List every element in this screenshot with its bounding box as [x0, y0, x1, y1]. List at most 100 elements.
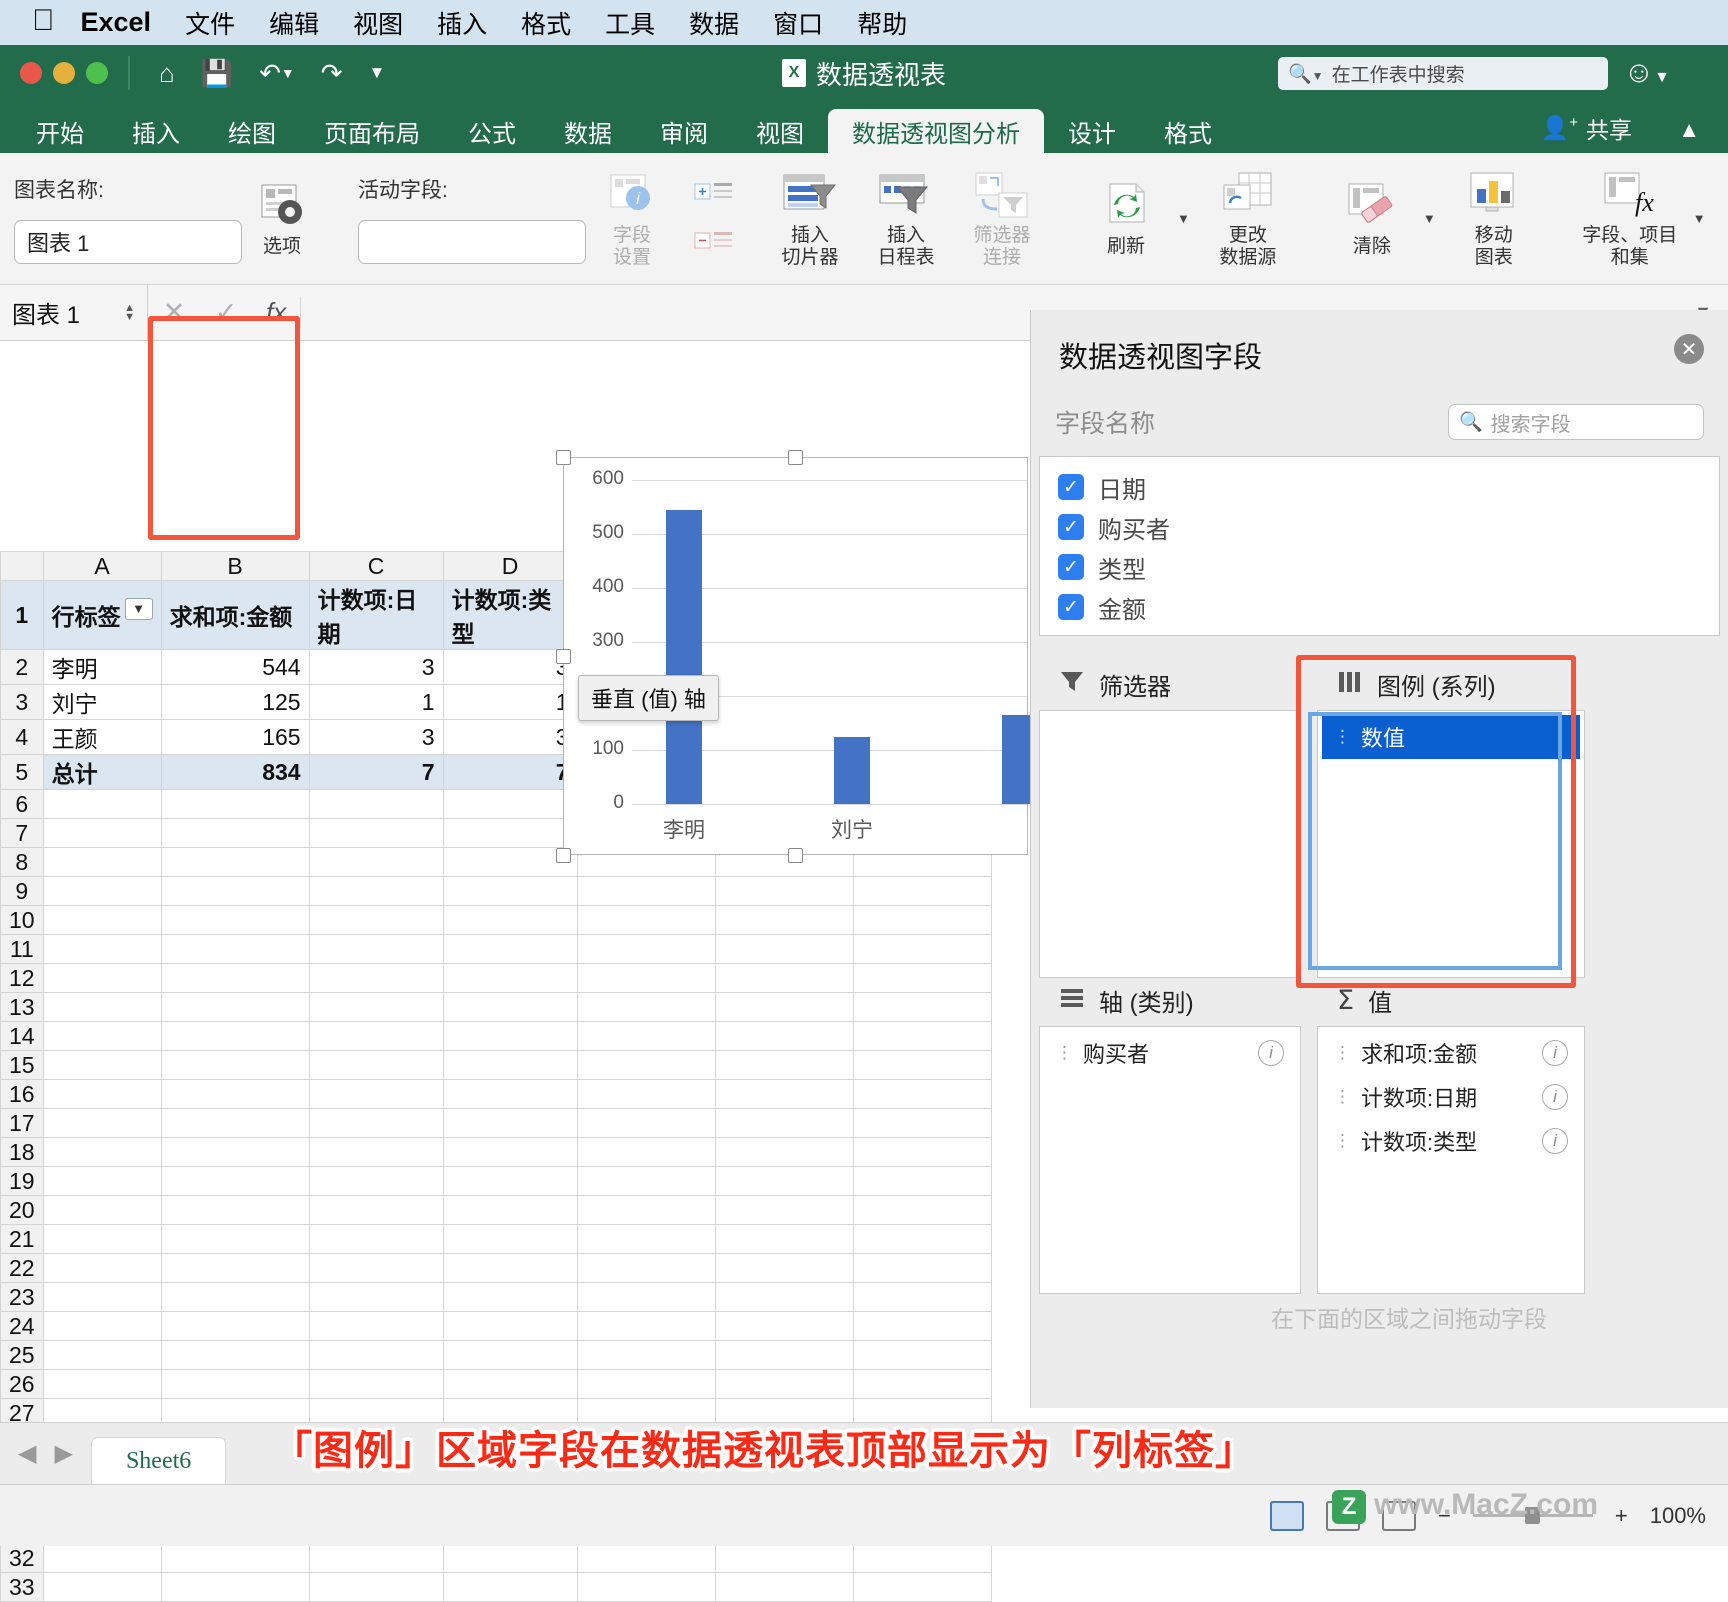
cell-C17[interactable] — [308, 1108, 444, 1138]
cell-G13[interactable] — [852, 992, 992, 1022]
cell-F21[interactable] — [714, 1224, 854, 1254]
cell-F10[interactable] — [714, 905, 854, 935]
cell-F17[interactable] — [714, 1108, 854, 1138]
share-button[interactable]: 👤+ 共享 — [1541, 111, 1632, 145]
field-item-type[interactable]: ✓ 类型 — [1040, 547, 1719, 587]
cell-B21[interactable] — [160, 1224, 310, 1254]
cell-G10[interactable] — [852, 905, 992, 935]
tab-formulas[interactable]: 公式 — [444, 109, 540, 153]
cell-D1[interactable]: 计数项:类型 — [442, 580, 578, 650]
cell-D5[interactable]: 7 — [442, 754, 578, 790]
cell-B8[interactable] — [160, 847, 310, 877]
info-icon[interactable]: i — [1542, 1084, 1568, 1110]
cell-A33[interactable] — [42, 1572, 162, 1602]
menu-format[interactable]: 格式 — [521, 5, 571, 41]
cell-B18[interactable] — [160, 1137, 310, 1167]
cell-D16[interactable] — [442, 1079, 578, 1109]
cell-G24[interactable] — [852, 1311, 992, 1341]
cell-A23[interactable] — [42, 1282, 162, 1312]
row-header-25[interactable]: 25 — [0, 1340, 44, 1370]
table-row[interactable]: 26 — [0, 1369, 992, 1399]
cell-F24[interactable] — [714, 1311, 854, 1341]
cell-G19[interactable] — [852, 1166, 992, 1196]
table-row[interactable]: 11 — [0, 934, 992, 964]
table-row[interactable]: 20 — [0, 1195, 992, 1225]
row-header-6[interactable]: 6 — [0, 789, 44, 819]
cell-A6[interactable] — [42, 789, 162, 819]
info-icon[interactable]: i — [1542, 1040, 1568, 1066]
row-header-11[interactable]: 11 — [0, 934, 44, 964]
cell-C7[interactable] — [308, 818, 444, 848]
cell-A7[interactable] — [42, 818, 162, 848]
resize-handle[interactable] — [788, 450, 803, 465]
cell-D22[interactable] — [442, 1253, 578, 1283]
filter-dropdown-icon[interactable]: ▼ — [124, 598, 153, 620]
cell-E20[interactable] — [576, 1195, 716, 1225]
drag-handle-icon[interactable]: ⋮ — [1056, 1044, 1073, 1061]
cell-F16[interactable] — [714, 1079, 854, 1109]
cell-B16[interactable] — [160, 1079, 310, 1109]
table-row[interactable]: 24 — [0, 1311, 992, 1341]
row-header-19[interactable]: 19 — [0, 1166, 44, 1196]
table-row[interactable]: 22 — [0, 1253, 992, 1283]
cell-G14[interactable] — [852, 1021, 992, 1051]
field-checkbox-list[interactable]: ✓ 日期 ✓ 购买者 ✓ 类型 ✓ 金额 — [1039, 456, 1720, 636]
cell-D9[interactable] — [442, 876, 578, 906]
name-box-spinner-icon[interactable]: ▲ ▼ — [124, 302, 135, 322]
table-row[interactable]: 32 — [0, 1543, 992, 1573]
cell-C26[interactable] — [308, 1369, 444, 1399]
checkbox-checked-icon[interactable]: ✓ — [1058, 554, 1084, 580]
row-header-16[interactable]: 16 — [0, 1079, 44, 1109]
cell-A5[interactable]: 总计 — [42, 754, 162, 790]
cell-B11[interactable] — [160, 934, 310, 964]
resize-handle[interactable] — [556, 848, 571, 863]
cell-A3[interactable]: 刘宁 — [42, 684, 162, 720]
axis-chip-buyer[interactable]: ⋮ 购买者 i — [1044, 1031, 1296, 1075]
table-row[interactable]: 9 — [0, 876, 992, 906]
table-row[interactable]: 13 — [0, 992, 992, 1022]
cell-D13[interactable] — [442, 992, 578, 1022]
cell-B33[interactable] — [160, 1572, 310, 1602]
zoom-in-icon[interactable]: + — [1615, 1503, 1628, 1529]
cell-C9[interactable] — [308, 876, 444, 906]
active-field-input[interactable] — [358, 219, 586, 264]
cell-B15[interactable] — [160, 1050, 310, 1080]
name-box[interactable]: 图表 1 ▲ ▼ — [0, 285, 148, 340]
checkbox-checked-icon[interactable]: ✓ — [1058, 594, 1084, 620]
cell-G16[interactable] — [852, 1079, 992, 1109]
cell-G22[interactable] — [852, 1253, 992, 1283]
confirm-formula-icon[interactable]: ✓ — [200, 297, 252, 328]
cell-C8[interactable] — [308, 847, 444, 877]
cell-F22[interactable] — [714, 1253, 854, 1283]
checkbox-checked-icon[interactable]: ✓ — [1058, 474, 1084, 500]
save-icon[interactable]: 💾 — [201, 58, 233, 89]
cell-C10[interactable] — [308, 905, 444, 935]
values-chip-sum-amount[interactable]: ⋮ 求和项:金额 i — [1322, 1031, 1580, 1075]
cell-A1[interactable]: 行标签 ▼ — [42, 580, 162, 650]
cell-C3[interactable]: 1 — [308, 684, 444, 720]
cell-E25[interactable] — [576, 1340, 716, 1370]
cell-A19[interactable] — [42, 1166, 162, 1196]
cell-G12[interactable] — [852, 963, 992, 993]
row-header-26[interactable]: 26 — [0, 1369, 44, 1399]
menu-insert[interactable]: 插入 — [437, 5, 487, 41]
maximize-window-button[interactable] — [86, 62, 108, 84]
menu-tools[interactable]: 工具 — [605, 5, 655, 41]
drag-handle-icon[interactable]: ⋮ — [1334, 1132, 1351, 1149]
cell-A17[interactable] — [42, 1108, 162, 1138]
row-header-33[interactable]: 33 — [0, 1572, 44, 1602]
cell-G20[interactable] — [852, 1195, 992, 1225]
row-header-2[interactable]: 2 — [0, 649, 44, 685]
home-icon[interactable]: ⌂ — [159, 58, 175, 89]
cell-C5[interactable]: 7 — [308, 754, 444, 790]
tab-pivotchart-analyze[interactable]: 数据透视图分析 — [828, 109, 1044, 153]
cell-F12[interactable] — [714, 963, 854, 993]
pivot-chart[interactable]: 600 500 400 300 200 100 0 李明 刘宁 — [556, 450, 1038, 863]
cell-C22[interactable] — [308, 1253, 444, 1283]
insert-function-icon[interactable]: fx — [252, 297, 302, 328]
cell-E21[interactable] — [576, 1224, 716, 1254]
cell-C2[interactable]: 3 — [308, 649, 444, 685]
cell-F18[interactable] — [714, 1137, 854, 1167]
values-dropzone[interactable]: ⋮ 求和项:金额 i ⋮ 计数项:日期 i ⋮ 计数项:类型 i — [1317, 1026, 1585, 1294]
tab-view[interactable]: 视图 — [732, 109, 828, 153]
